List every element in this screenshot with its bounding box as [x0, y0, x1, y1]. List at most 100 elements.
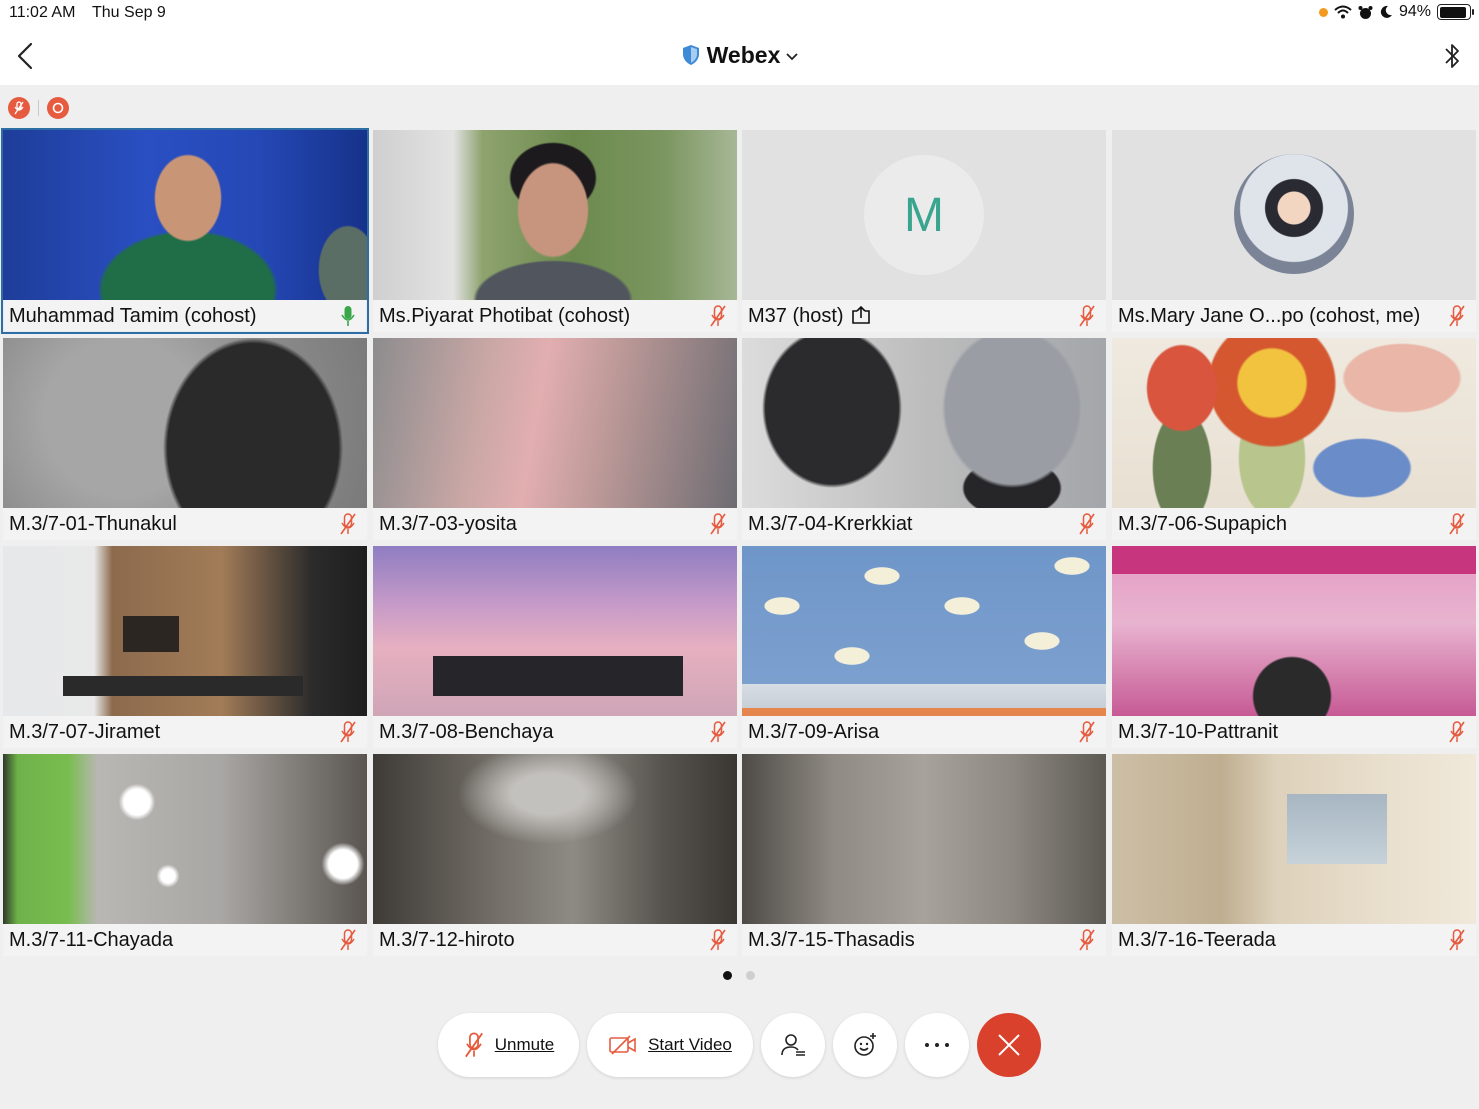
participant-name-bar: M.3/7-16-Teerada	[1112, 924, 1476, 956]
participant-name: M.3/7-03-yosita	[379, 512, 517, 535]
participant-name-bar: Muhammad Tamim (cohost)	[3, 300, 367, 332]
battery-percent: 94%	[1398, 3, 1431, 20]
participant-name-bar: M.3/7-04-Krerkkiat	[742, 508, 1106, 540]
recording-indicator-icon[interactable]	[47, 97, 69, 119]
participant-video	[742, 338, 1106, 508]
participant-video	[373, 546, 737, 716]
page-dot-active[interactable]	[723, 971, 732, 980]
mic-muted-icon	[1449, 929, 1465, 951]
participant-tile[interactable]: M.3/7-04-Krerkkiat	[742, 338, 1106, 540]
shield-icon	[682, 45, 699, 65]
participant-name: M.3/7-08-Benchaya	[379, 720, 554, 743]
participant-name-bar: M.3/7-11-Chayada	[3, 924, 367, 956]
chevron-down-icon	[786, 53, 798, 61]
meeting-title: Webex	[706, 42, 781, 68]
mic-muted-icon	[710, 721, 726, 743]
participant-name: M.3/7-10-Pattranit	[1118, 720, 1279, 743]
muted-indicator-icon[interactable]	[8, 97, 30, 119]
mic-on-icon	[341, 306, 355, 326]
meeting-title-button[interactable]: Webex	[0, 42, 1479, 69]
participant-name-bar: M.3/7-09-Arisa	[742, 716, 1106, 748]
participant-name: M.3/7-11-Chayada	[9, 928, 174, 951]
participant-name-bar: M.3/7-12-hiroto	[373, 924, 737, 956]
wifi-icon	[1334, 5, 1352, 19]
participant-name-bar: M37 (host)	[742, 300, 1106, 332]
mic-muted-icon	[710, 513, 726, 535]
participant-tile[interactable]: Muhammad Tamim (cohost)	[1, 128, 369, 334]
participant-video	[373, 754, 737, 924]
participant-video-placeholder: M	[742, 130, 1106, 300]
meeting-indicators	[8, 97, 69, 119]
participant-tile[interactable]: M.3/7-11-Chayada	[3, 754, 367, 956]
reactions-button[interactable]	[833, 1013, 897, 1077]
meeting-controls: Unmute Start Video	[0, 1013, 1479, 1077]
avatar: M	[864, 155, 984, 275]
participant-video	[3, 546, 367, 716]
more-button[interactable]	[905, 1013, 969, 1077]
participant-tile[interactable]: Ms.Mary Jane O...po (cohost, me)	[1112, 130, 1476, 332]
participant-video	[3, 338, 367, 508]
participant-tile[interactable]: M.3/7-01-Thunakul	[3, 338, 367, 540]
participant-tile[interactable]: M.3/7-09-Arisa	[742, 546, 1106, 748]
participant-tile[interactable]: M.3/7-06-Supapich	[1112, 338, 1476, 540]
participant-tile[interactable]: M.3/7-03-yosita	[373, 338, 737, 540]
unmute-label: Unmute	[494, 1035, 555, 1054]
participant-name-bar: M.3/7-15-Thasadis	[742, 924, 1106, 956]
participant-name: Ms.Piyarat Photibat (cohost)	[379, 304, 631, 327]
status-bar: 11:02 AM Thu Sep 9 94%	[0, 0, 1479, 28]
participant-name: M.3/7-16-Teerada	[1118, 928, 1276, 951]
mic-muted-icon	[710, 305, 726, 327]
unmute-button[interactable]: Unmute	[438, 1013, 579, 1077]
participant-name-bar: M.3/7-01-Thunakul	[3, 508, 367, 540]
page-dot[interactable]	[746, 971, 755, 980]
participant-video	[1112, 754, 1476, 924]
participant-video	[742, 546, 1106, 716]
more-icon	[925, 1043, 949, 1047]
participant-name-bar: M.3/7-03-yosita	[373, 508, 737, 540]
share-screen-icon	[851, 305, 870, 324]
participant-tile[interactable]: M.3/7-07-Jiramet	[3, 546, 367, 748]
mic-muted-icon	[1449, 305, 1465, 327]
mic-muted-icon	[340, 513, 356, 535]
participant-tile[interactable]: M.3/7-08-Benchaya	[373, 546, 737, 748]
status-icons: 94%	[1318, 3, 1474, 21]
participant-video	[742, 754, 1106, 924]
participant-name: M.3/7-06-Supapich	[1118, 512, 1287, 535]
participant-name: M.3/7-09-Arisa	[748, 720, 880, 743]
participant-tile[interactable]: M M37 (host)	[742, 130, 1106, 332]
mic-muted-icon	[1079, 305, 1095, 327]
participant-video-placeholder	[1112, 130, 1476, 300]
avatar	[1234, 154, 1354, 274]
recording-dot-icon	[1318, 7, 1328, 17]
page-indicator[interactable]	[723, 971, 755, 980]
nav-bar: Webex	[0, 28, 1479, 85]
participant-name-bar: M.3/7-06-Supapich	[1112, 508, 1476, 540]
mic-muted-icon	[340, 929, 356, 951]
bluetooth-icon[interactable]	[1441, 40, 1463, 72]
video-off-icon	[609, 1035, 636, 1055]
end-call-icon	[998, 1034, 1020, 1056]
participant-tile[interactable]: M.3/7-12-hiroto	[373, 754, 737, 956]
mic-muted-icon	[340, 721, 356, 743]
participant-tile[interactable]: M.3/7-10-Pattranit	[1112, 546, 1476, 748]
participant-name: M.3/7-01-Thunakul	[9, 512, 177, 535]
mic-muted-icon	[1079, 929, 1095, 951]
participant-video	[373, 130, 737, 300]
mic-muted-icon	[464, 1032, 483, 1058]
participant-name-bar: Ms.Mary Jane O...po (cohost, me)	[1112, 300, 1476, 332]
status-time: 11:02 AM	[9, 4, 76, 21]
end-call-button[interactable]	[977, 1013, 1041, 1077]
participant-video	[373, 338, 737, 508]
participant-name-bar: M.3/7-07-Jiramet	[3, 716, 367, 748]
status-date: Thu Sep 9	[92, 4, 166, 21]
participant-name: M.3/7-15-Thasadis	[748, 928, 915, 951]
participants-button[interactable]	[761, 1013, 825, 1077]
indicator-divider	[38, 100, 39, 116]
start-video-button[interactable]: Start Video	[587, 1013, 753, 1077]
participant-name: M37 (host)	[748, 305, 1078, 328]
participant-tile[interactable]: Ms.Piyarat Photibat (cohost)	[373, 130, 737, 332]
moon-icon	[1380, 5, 1392, 18]
alarm-icon	[1358, 5, 1373, 19]
participant-tile[interactable]: M.3/7-16-Teerada	[1112, 754, 1476, 956]
participant-tile[interactable]: M.3/7-15-Thasadis	[742, 754, 1106, 956]
